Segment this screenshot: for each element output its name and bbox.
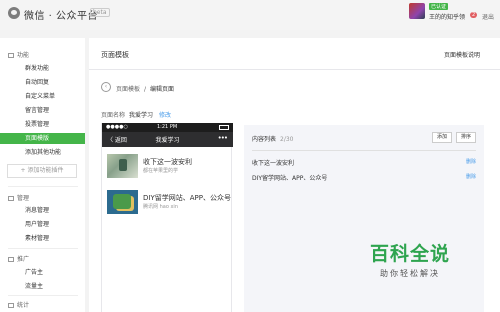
- sidebar-group-manage: 管理: [8, 193, 29, 202]
- edit-name-link[interactable]: 修改: [159, 112, 171, 119]
- header-divider: [89, 69, 500, 70]
- phone-preview: ●●●●○ 1:21 PM 〈 返回 我爱学习 ••• 收下这一波安利 都在苹果…: [101, 123, 233, 312]
- sidebar-item-auto-reply[interactable]: 自动回复: [0, 77, 85, 88]
- promotion-icon: [8, 257, 14, 262]
- article-source: 腾讯网 hao xin: [143, 204, 178, 210]
- content-title: 收下这一波安利: [252, 160, 295, 167]
- watermark-subtitle: 助你轻松解决: [380, 269, 440, 278]
- sidebar-item-comments[interactable]: 留言管理: [0, 105, 85, 116]
- sort-content-button[interactable]: 排序: [456, 132, 476, 143]
- content-count: 2/30: [280, 136, 294, 143]
- phone-status-bar: ●●●●○ 1:21 PM: [102, 123, 233, 132]
- wechat-logo-icon[interactable]: [8, 7, 20, 19]
- article-thumbnail: [107, 190, 138, 214]
- sidebar-item-advertiser[interactable]: 广告主: [0, 267, 85, 278]
- beta-badge: beta: [90, 8, 110, 17]
- sidebar-item-add-feature[interactable]: 添加其他功能: [0, 147, 85, 158]
- table-row: 收下这一波安利 删除: [252, 158, 476, 167]
- back-icon[interactable]: ‹: [101, 82, 111, 92]
- sidebar-group-promotion: 推广: [8, 254, 29, 263]
- sidebar-item-materials[interactable]: 素材管理: [0, 233, 85, 244]
- add-plugin-button[interactable]: + 添加功能插件: [7, 164, 77, 178]
- watermark-title: 百科全说: [369, 243, 450, 265]
- article-title: DIY留学网站、APP、公众号: [143, 194, 231, 202]
- sidebar-group-function: 功能: [8, 50, 29, 59]
- logout-link[interactable]: 退出: [482, 12, 494, 21]
- manage-icon: [8, 196, 14, 201]
- breadcrumb-parent[interactable]: 页面模板: [116, 86, 140, 93]
- page-title: 页面模板: [101, 51, 129, 59]
- sidebar-item-voting[interactable]: 投票管理: [0, 119, 85, 130]
- sidebar-item-mass-send[interactable]: 群发功能: [0, 63, 85, 74]
- more-icon[interactable]: •••: [218, 134, 228, 142]
- sidebar: 功能 群发功能 自动回复 自定义菜单 留言管理 投票管理 页面模版 添加其他功能…: [0, 38, 85, 312]
- platform-title[interactable]: 微信 · 公众平台: [24, 7, 98, 22]
- battery-icon: [219, 125, 229, 130]
- sidebar-item-custom-menu[interactable]: 自定义菜单: [0, 91, 85, 102]
- article-thumbnail: [107, 154, 138, 178]
- sidebar-divider: [8, 248, 78, 249]
- avatar[interactable]: [409, 3, 425, 19]
- sidebar-group-stats: 统计: [8, 300, 29, 309]
- sidebar-item-page-template[interactable]: 页面模版: [0, 133, 85, 144]
- content-title: DIY留学网站、APP、公众号: [252, 175, 328, 182]
- content-list-divider: [252, 150, 476, 151]
- content-list-panel: 内容列表 2/30 添加 排序 收下这一波安利 删除 DIY留学网站、APP、公众…: [244, 125, 484, 312]
- sidebar-item-publisher[interactable]: 流量主: [0, 281, 85, 292]
- signal-icon: ●●●●○: [106, 124, 128, 130]
- page-name-row: 页面名称 我爱学习 修改: [101, 110, 171, 119]
- account-name[interactable]: 王的的知乎领: [429, 12, 465, 21]
- sidebar-divider: [8, 295, 78, 296]
- add-content-button[interactable]: 添加: [432, 132, 452, 143]
- sidebar-divider: [8, 186, 78, 187]
- sidebar-item-messages[interactable]: 消息管理: [0, 205, 85, 216]
- content-list-title: 内容列表 2/30: [252, 136, 294, 143]
- delete-link[interactable]: 删除: [466, 158, 476, 165]
- delete-link[interactable]: 删除: [466, 173, 476, 180]
- page-name-value: 我爱学习: [129, 112, 154, 119]
- sidebar-item-users[interactable]: 用户管理: [0, 219, 85, 230]
- notification-badge[interactable]: 2: [470, 12, 478, 18]
- list-item[interactable]: DIY留学网站、APP、公众号 腾讯网 hao xin: [107, 190, 231, 216]
- template-help-link[interactable]: 页面模板说明: [444, 50, 480, 59]
- function-icon: [8, 53, 14, 58]
- breadcrumb-current: 编辑页面: [150, 86, 175, 93]
- breadcrumb: 页面模板 / 编辑页面: [116, 84, 174, 93]
- article-title: 收下这一波安利: [143, 158, 192, 166]
- phone-nav-bar: 〈 返回 我爱学习 •••: [102, 132, 233, 147]
- stats-icon: [8, 303, 14, 308]
- verified-badge: 已认证: [429, 3, 449, 10]
- page-name-label: 页面名称: [101, 112, 126, 119]
- phone-page-title: 我爱学习: [155, 137, 180, 144]
- article-source: 都在苹果里的学: [143, 168, 179, 174]
- table-row: DIY留学网站、APP、公众号 删除: [252, 173, 476, 182]
- top-bar: 微信 · 公众平台 beta 已认证 王的的知乎领 2 退出: [0, 0, 500, 30]
- watermark-logo: 百科全说 助你轻松解决: [355, 239, 465, 279]
- list-item[interactable]: 收下这一波安利 都在苹果里的学: [107, 154, 228, 180]
- phone-time: 1:21 PM: [157, 124, 178, 130]
- breadcrumb-separator: /: [144, 86, 147, 93]
